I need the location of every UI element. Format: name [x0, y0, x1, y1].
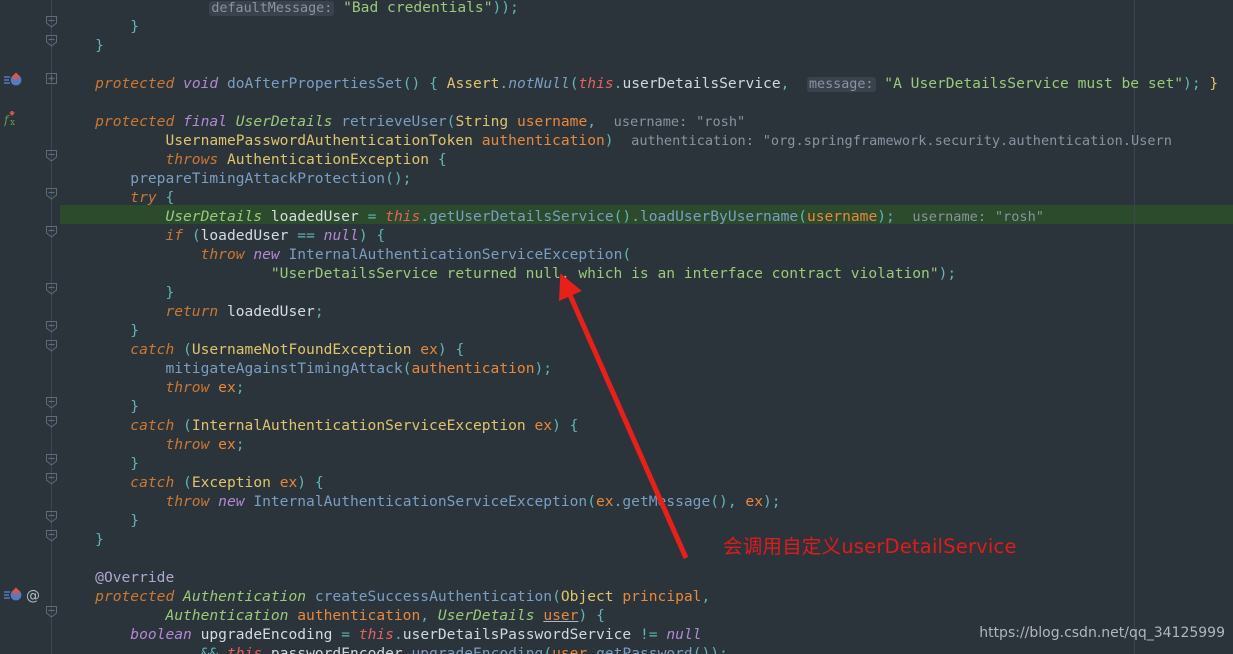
- code-line[interactable]: prepareTimingAttackProtection();: [0, 169, 411, 188]
- fold-marker-icon[interactable]: [45, 396, 58, 409]
- overriding-method-icon[interactable]: fx: [3, 110, 26, 128]
- fold-marker-icon[interactable]: [45, 605, 58, 618]
- annotation-text: 会调用自定义userDetailService: [723, 535, 1017, 558]
- code-line[interactable]: throws AuthenticationException {: [0, 150, 446, 169]
- fold-marker-icon[interactable]: [45, 453, 58, 466]
- svg-text:x: x: [10, 118, 15, 127]
- fold-marker-icon[interactable]: [45, 149, 58, 162]
- code-line[interactable]: mitigateAgainstTimingAttack(authenticati…: [0, 359, 552, 378]
- fold-marker-icon[interactable]: [45, 72, 58, 85]
- implementing-method-icon[interactable]: [4, 72, 26, 88]
- fold-marker-icon[interactable]: [45, 187, 58, 200]
- code-line[interactable]: boolean upgradeEncoding = this.userDetai…: [0, 625, 701, 644]
- code-line[interactable]: protected void doAfterPropertiesSet() { …: [0, 74, 1218, 93]
- code-line[interactable]: throw new InternalAuthenticationServiceE…: [0, 245, 632, 264]
- code-line[interactable]: Authentication authentication, UserDetai…: [0, 606, 604, 625]
- code-line[interactable]: throw new InternalAuthenticationServiceE…: [0, 492, 780, 511]
- code-line[interactable]: "UserDetailsService returned null, which…: [0, 264, 956, 283]
- code-line[interactable]: protected final UserDetails retrieveUser…: [0, 112, 745, 131]
- fold-marker-icon[interactable]: [45, 339, 58, 352]
- code-line[interactable]: && this.passwordEncoder.upgradeEncoding(…: [0, 644, 728, 654]
- code-line[interactable]: catch (InternalAuthenticationServiceExce…: [0, 416, 578, 435]
- fold-marker-icon[interactable]: [45, 282, 58, 295]
- fold-marker-icon[interactable]: [45, 225, 58, 238]
- watermark-url: https://blog.csdn.net/qq_34125999: [979, 625, 1225, 641]
- fold-marker-icon[interactable]: [45, 320, 58, 333]
- svg-text:@: @: [26, 588, 40, 603]
- fold-marker-icon[interactable]: [45, 34, 58, 47]
- code-line[interactable]: protected Authentication createSuccessAu…: [0, 587, 710, 606]
- code-line[interactable]: UsernamePasswordAuthenticationToken auth…: [0, 131, 1172, 150]
- fold-marker-icon[interactable]: [45, 15, 58, 28]
- fold-marker-icon[interactable]: [45, 529, 58, 542]
- code-line[interactable]: UserDetails loadedUser = this.getUserDet…: [0, 207, 1044, 226]
- fold-marker-icon[interactable]: [45, 415, 58, 428]
- code-lines[interactable]: defaultMessage: "Bad credentials")); } }…: [0, 0, 1233, 654]
- implementing-method-icon-2[interactable]: [4, 587, 26, 603]
- fold-marker-icon[interactable]: [45, 472, 58, 485]
- annotation-at-icon[interactable]: @: [26, 587, 48, 604]
- fold-marker-icon[interactable]: [45, 510, 58, 523]
- code-line[interactable]: catch (UsernameNotFoundException ex) {: [0, 340, 464, 359]
- code-line[interactable]: defaultMessage: "Bad credentials"));: [0, 0, 519, 17]
- code-editor[interactable]: f x @ defaultMessage: "Bad credentials"));…: [0, 0, 1233, 654]
